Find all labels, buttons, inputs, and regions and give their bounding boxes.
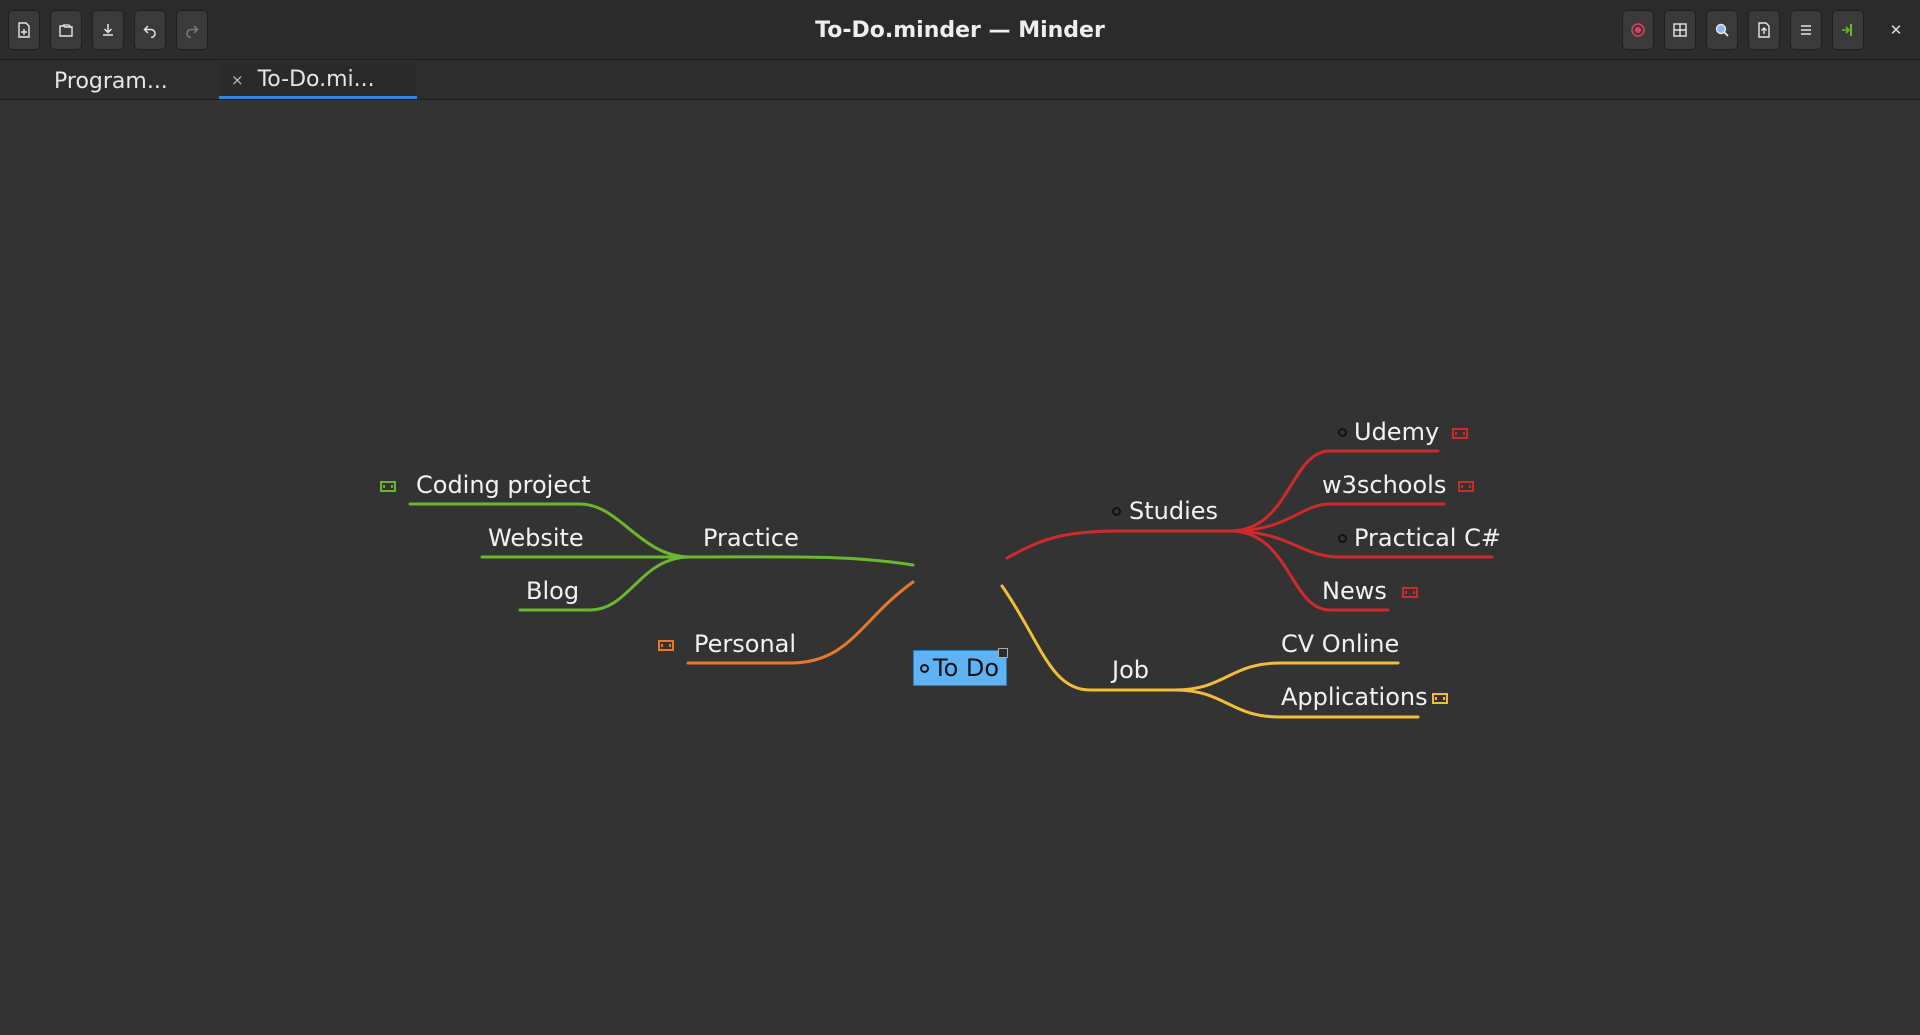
node-studies[interactable]: Studies — [1129, 497, 1218, 525]
redo-icon — [186, 25, 199, 38]
note-icon[interactable] — [658, 640, 674, 651]
node-personal[interactable]: Personal — [694, 630, 796, 658]
undo-icon — [143, 25, 156, 38]
focus-mode-button[interactable] — [1622, 10, 1654, 50]
tab-close-icon[interactable]: × — [231, 71, 244, 89]
sidebar-button[interactable] — [1832, 10, 1864, 50]
sidebar-icon — [1842, 24, 1852, 36]
edge-root-studies — [1005, 529, 1232, 560]
tab-label: Program... — [54, 68, 168, 94]
node-job[interactable]: Job — [1112, 656, 1149, 684]
node-practical-csharp[interactable]: Practical C# — [1354, 524, 1501, 552]
node-blog[interactable]: Blog — [526, 577, 579, 605]
zoom-fit-icon — [1673, 23, 1687, 37]
export-button[interactable] — [1748, 10, 1780, 50]
tab-todo[interactable]: × To-Do.mi... — [219, 63, 417, 99]
search-button[interactable] — [1706, 10, 1738, 50]
node-cv-online[interactable]: CV Online — [1281, 630, 1399, 658]
note-icon[interactable] — [1458, 481, 1474, 492]
redo-button[interactable] — [176, 10, 208, 50]
node-root-label: To Do — [933, 654, 1000, 682]
note-icon[interactable] — [1402, 587, 1418, 598]
node-udemy[interactable]: Udemy — [1354, 418, 1439, 446]
edge-root-practice — [688, 555, 915, 567]
task-circle-icon[interactable] — [1338, 534, 1347, 543]
note-icon[interactable] — [1432, 693, 1448, 704]
menu-icon — [1801, 25, 1811, 35]
node-applications[interactable]: Applications — [1281, 683, 1428, 711]
new-document-icon — [18, 22, 30, 38]
zoom-fit-button[interactable] — [1664, 10, 1696, 50]
node-website[interactable]: Website — [488, 524, 584, 552]
open-icon — [59, 24, 73, 37]
focus-mode-icon — [1631, 23, 1645, 37]
node-root[interactable]: To Do — [913, 648, 1008, 686]
close-icon: ✕ — [1889, 21, 1903, 39]
note-icon[interactable] — [380, 481, 396, 492]
note-icon[interactable] — [1452, 428, 1468, 439]
search-icon — [1715, 23, 1729, 37]
task-circle-icon[interactable] — [1338, 428, 1347, 437]
tab-label: To-Do.mi... — [257, 67, 375, 92]
tab-bar: Program... × To-Do.mi... — [0, 60, 1920, 100]
header-bar: To-Do.minder — Minder ✕ — [0, 0, 1920, 60]
task-circle-icon[interactable] — [920, 663, 929, 673]
new-document-button[interactable] — [8, 10, 40, 50]
save-button[interactable] — [92, 10, 124, 50]
mindmap-canvas[interactable]: To Do Practice Coding project Website Bl… — [0, 100, 1920, 1035]
node-coding-project[interactable]: Coding project — [416, 471, 591, 499]
export-icon — [1758, 22, 1770, 38]
open-button[interactable] — [50, 10, 82, 50]
node-w3schools[interactable]: w3schools — [1322, 471, 1446, 499]
menu-button[interactable] — [1790, 10, 1822, 50]
node-practice[interactable]: Practice — [703, 524, 799, 552]
resize-handle[interactable] — [998, 648, 1008, 658]
tab-program[interactable]: Program... — [4, 63, 212, 99]
save-icon — [103, 24, 113, 36]
edge-root-job — [1000, 584, 1177, 692]
undo-button[interactable] — [134, 10, 166, 50]
node-news[interactable]: News — [1322, 577, 1387, 605]
task-circle-icon[interactable] — [1112, 507, 1121, 516]
mindmap-connections — [408, 449, 1494, 719]
close-window-button[interactable]: ✕ — [1884, 18, 1908, 42]
